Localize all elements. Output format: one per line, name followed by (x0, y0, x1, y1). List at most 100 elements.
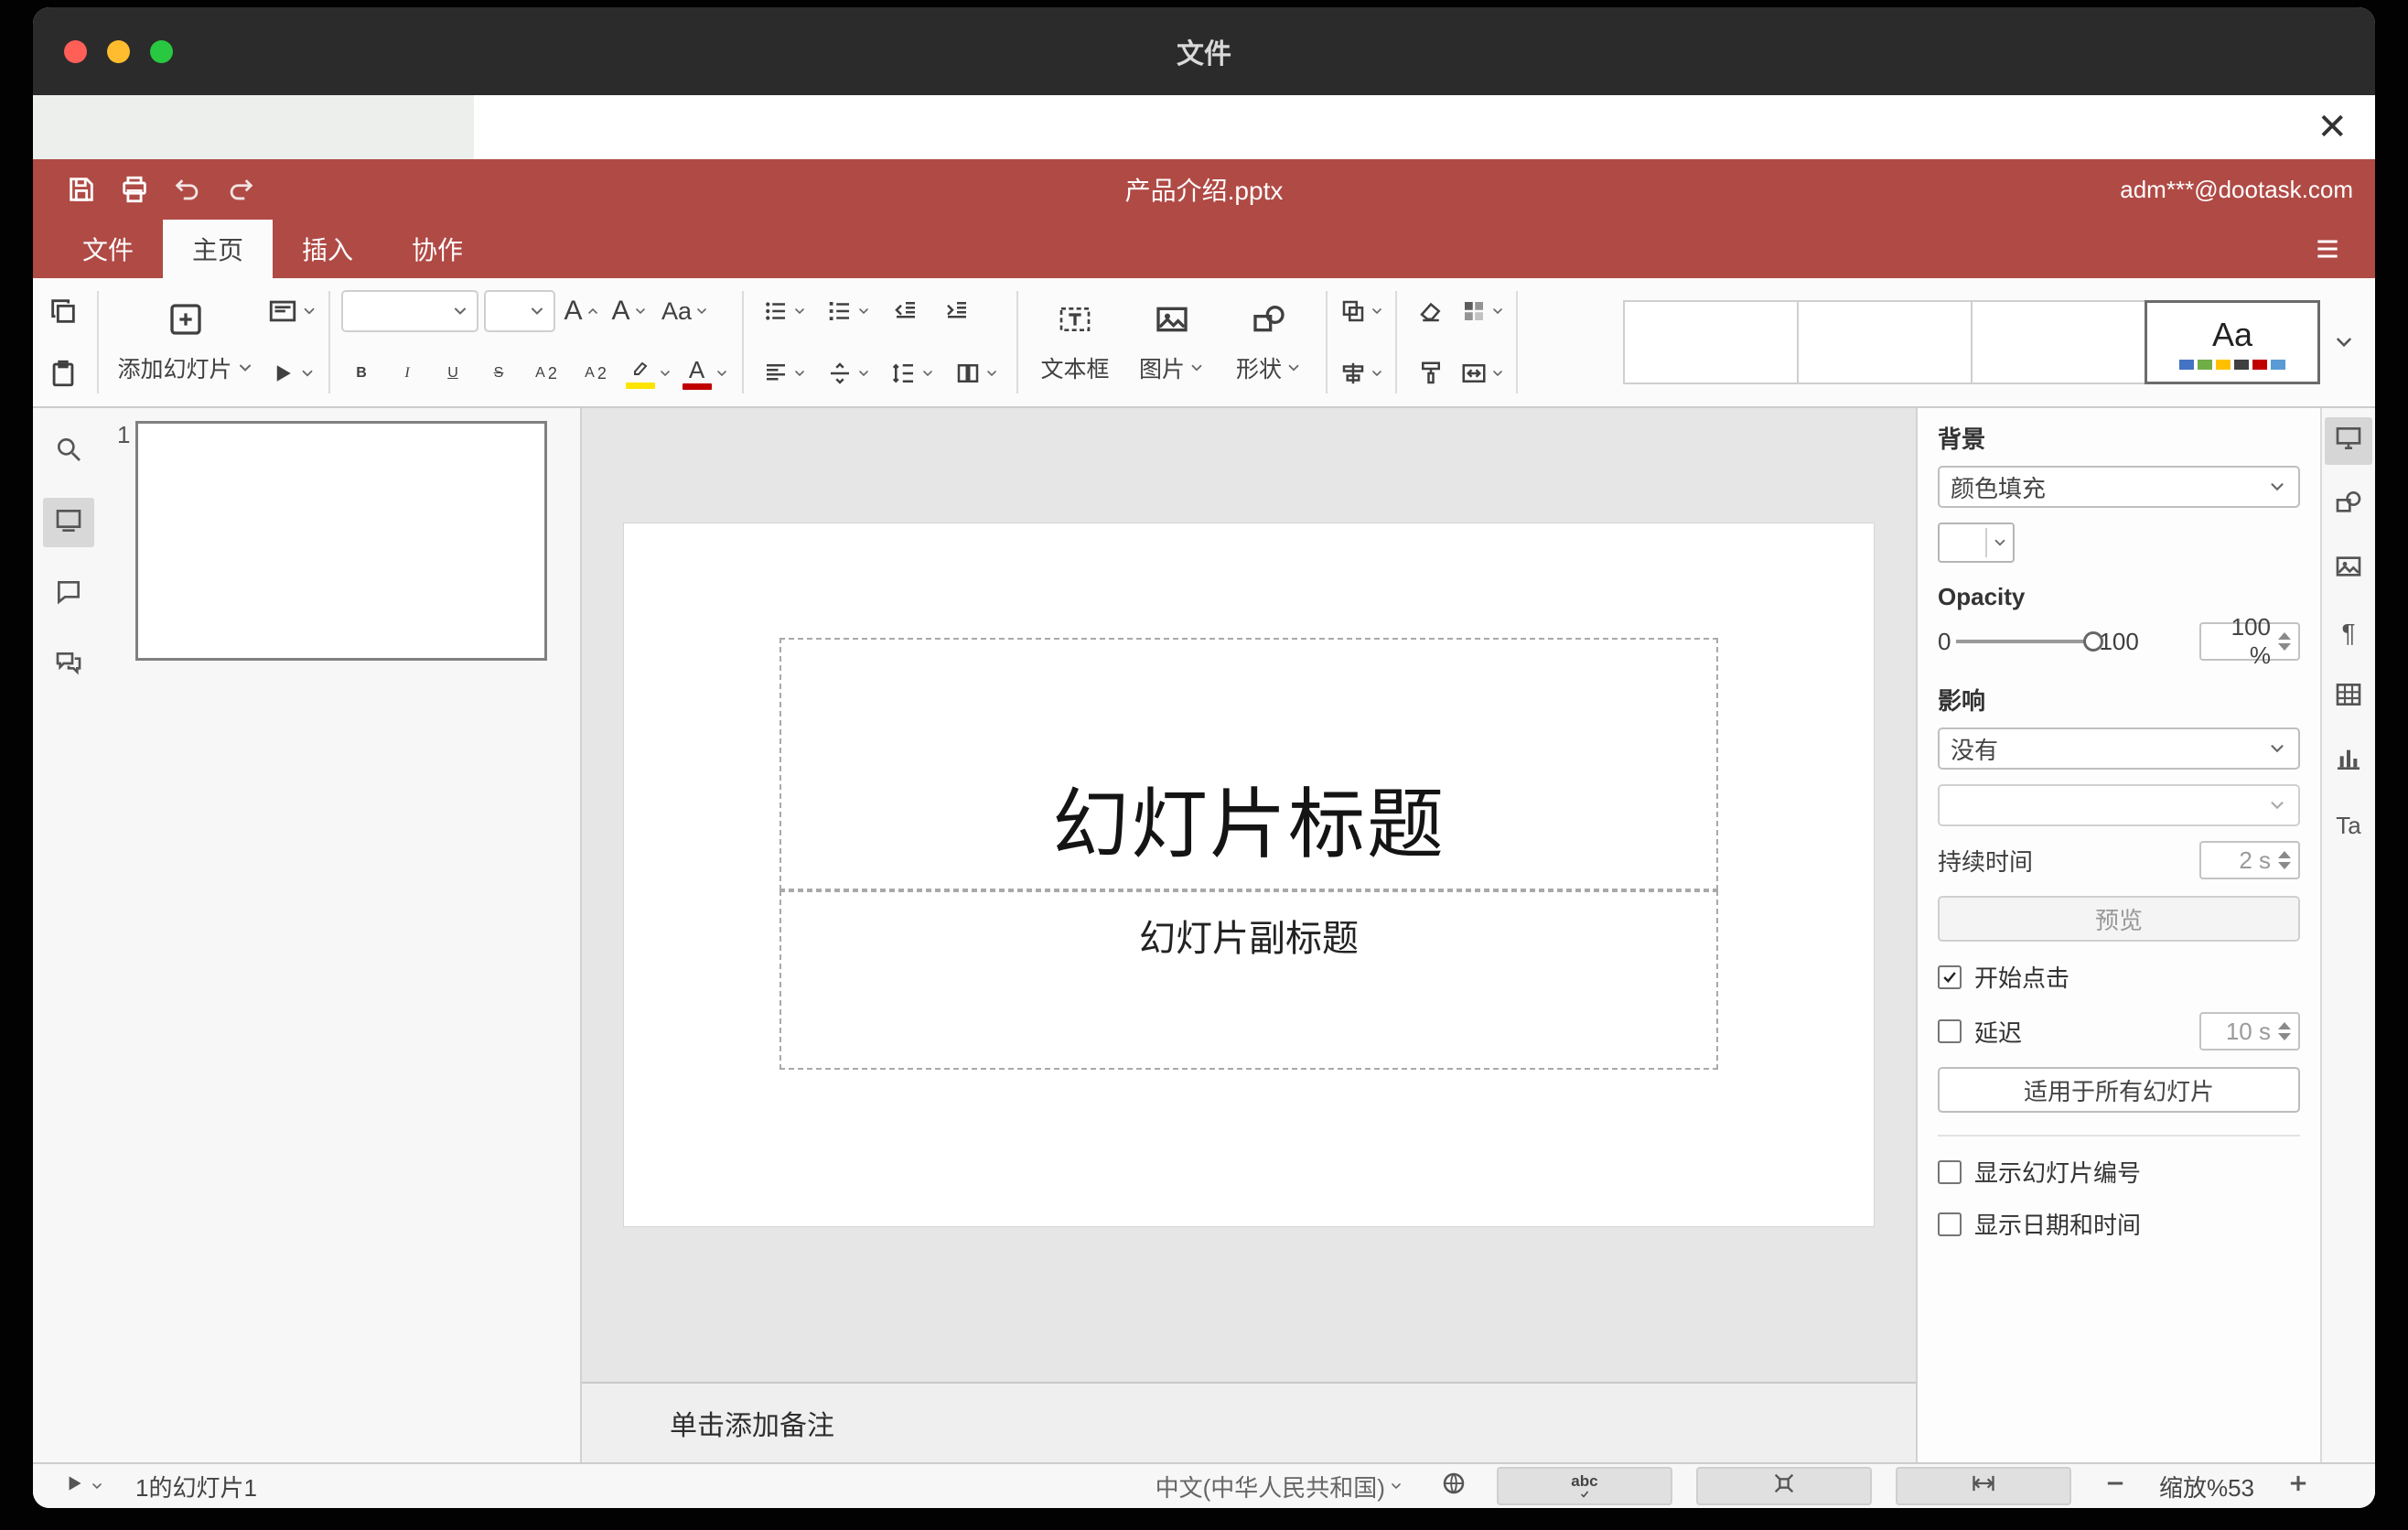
start-slideshow-button[interactable] (267, 348, 317, 399)
hamburger-menu-icon[interactable] (2300, 220, 2355, 278)
subscript-button[interactable]: A2 (574, 348, 618, 399)
opacity-spinner[interactable]: 100 % (2199, 613, 2300, 669)
highlighter-icon (628, 359, 653, 381)
show-slide-number-checkbox[interactable]: 显示幻灯片编号 (1938, 1155, 2300, 1189)
zoom-window-button[interactable] (150, 39, 173, 63)
delay-spinner[interactable]: 10 s (2199, 1012, 2300, 1051)
arrange-shape-button[interactable] (1338, 286, 1384, 337)
shape-settings-button[interactable] (2325, 481, 2372, 529)
spinner-arrows-icon[interactable] (2278, 1022, 2291, 1040)
start-slideshow-status-button[interactable] (57, 1467, 110, 1505)
close-window-button[interactable] (64, 39, 87, 63)
comments-button[interactable] (43, 569, 94, 619)
font-size-combo[interactable] (484, 290, 555, 332)
transition-effect-select[interactable]: 没有 (1938, 727, 2300, 770)
save-button[interactable] (55, 165, 108, 214)
highlight-color-button[interactable] (623, 348, 674, 399)
italic-button[interactable]: I (387, 348, 427, 399)
image-settings-button[interactable] (2325, 545, 2372, 593)
slide[interactable]: 幻灯片标题 幻灯片副标题 (624, 523, 1874, 1226)
change-case-button[interactable]: Aa (656, 286, 715, 337)
increase-font-button[interactable]: A (561, 286, 603, 337)
add-slide-button[interactable]: 添加幻灯片 (110, 286, 262, 399)
close-icon[interactable]: ✕ (2317, 109, 2348, 145)
horizontal-align-button[interactable] (755, 348, 813, 399)
align-shape-button[interactable] (1338, 348, 1384, 399)
slider-knob[interactable] (2083, 631, 2104, 652)
theme-tile-3[interactable] (1971, 300, 2146, 384)
show-date-time-checkbox[interactable]: 显示日期和时间 (1938, 1207, 2300, 1241)
app-window: 文件 ✕ 产品介绍.pptx adm***@dootask.com 文件 主页 … (33, 7, 2375, 1508)
tab-home[interactable]: 主页 (163, 220, 274, 278)
paste-button[interactable] (40, 348, 86, 399)
tab-collaboration[interactable]: 协作 (382, 220, 492, 278)
comment-icon (54, 577, 83, 611)
tab-insert[interactable]: 插入 (273, 220, 382, 278)
set-language-button[interactable] (1435, 1467, 1473, 1505)
delay-row: 延迟 10 s (1938, 1012, 2300, 1051)
table-settings-button[interactable] (2325, 673, 2372, 721)
search-button[interactable] (43, 426, 94, 476)
start-on-click-checkbox[interactable]: 开始点击 (1938, 960, 2300, 994)
insert-shape-button[interactable]: 形状 (1223, 286, 1315, 399)
tab-file[interactable]: 文件 (53, 220, 163, 278)
slide-size-button[interactable] (1459, 348, 1505, 399)
copy-button[interactable] (40, 286, 86, 337)
vertical-align-button[interactable] (819, 348, 877, 399)
underline-button[interactable]: U (433, 348, 473, 399)
spinner-arrows-icon[interactable] (2278, 851, 2291, 869)
slide-settings-button[interactable] (2325, 417, 2372, 465)
numbering-button[interactable] (819, 286, 877, 337)
theme-gallery-expand-button[interactable] (2320, 286, 2368, 399)
insert-textbox-button[interactable]: 文本框 (1029, 286, 1121, 399)
opacity-slider[interactable] (1956, 631, 2104, 652)
columns-button[interactable] (947, 348, 1005, 399)
background-fill-select[interactable]: 颜色填充 (1938, 466, 2300, 508)
paragraph-settings-button[interactable]: ¶ (2325, 609, 2372, 657)
delay-checkbox[interactable]: 延迟 (1938, 1015, 2022, 1049)
bold-button[interactable]: B (341, 348, 382, 399)
chat-button[interactable] (43, 641, 94, 690)
color-scheme-button[interactable] (1459, 286, 1505, 337)
subtitle-placeholder[interactable]: 幻灯片副标题 (779, 890, 1718, 1070)
slide-layout-button[interactable] (267, 286, 317, 337)
background-color-picker[interactable] (1938, 523, 2015, 563)
undo-button[interactable] (161, 165, 214, 214)
fit-to-width-button[interactable] (1895, 1467, 2071, 1505)
minimize-window-button[interactable] (107, 39, 130, 63)
insert-image-button[interactable]: 图片 (1126, 286, 1218, 399)
toolbar-separator (1326, 291, 1328, 393)
decrease-indent-button[interactable] (883, 286, 929, 337)
chart-settings-button[interactable] (2325, 738, 2372, 785)
zoom-out-button[interactable] (2097, 1467, 2134, 1505)
copy-style-button[interactable] (1408, 348, 1454, 399)
font-name-combo[interactable] (341, 290, 478, 332)
duration-spinner[interactable]: 2 s (2199, 841, 2300, 879)
theme-tile-selected[interactable]: Aa (2145, 300, 2320, 384)
fit-to-slide-button[interactable] (1695, 1467, 1872, 1505)
clear-style-button[interactable] (1408, 286, 1454, 337)
theme-tile-1[interactable] (1623, 300, 1799, 384)
superscript-button[interactable]: A2 (524, 348, 568, 399)
line-spacing-button[interactable] (883, 348, 941, 399)
zoom-in-button[interactable] (2280, 1467, 2317, 1505)
strikeout-button[interactable]: S (478, 348, 519, 399)
spinner-arrows-icon[interactable] (2278, 632, 2291, 651)
spellcheck-button[interactable]: abc (1496, 1467, 1672, 1505)
redo-button[interactable] (214, 165, 267, 214)
apply-to-all-slides-button[interactable]: 适用于所有幻灯片 (1938, 1067, 2300, 1113)
effect-variant-select[interactable] (1938, 784, 2300, 826)
increase-indent-button[interactable] (934, 286, 980, 337)
decrease-font-button[interactable]: A (608, 286, 650, 337)
language-selector[interactable]: 中文(中华人民共和国) (1150, 1467, 1409, 1505)
preview-button[interactable]: 预览 (1938, 896, 2300, 942)
textart-settings-button[interactable]: Ta (2325, 802, 2372, 849)
theme-tile-2[interactable] (1797, 300, 1973, 384)
slides-panel-button[interactable] (43, 498, 94, 547)
bullets-button[interactable] (755, 286, 813, 337)
font-color-button[interactable]: A (680, 348, 731, 399)
title-placeholder[interactable]: 幻灯片标题 (779, 638, 1718, 890)
slide-thumbnail[interactable] (135, 421, 547, 661)
print-button[interactable] (108, 165, 161, 214)
notes-area[interactable]: 单击添加备注 (582, 1382, 1916, 1462)
